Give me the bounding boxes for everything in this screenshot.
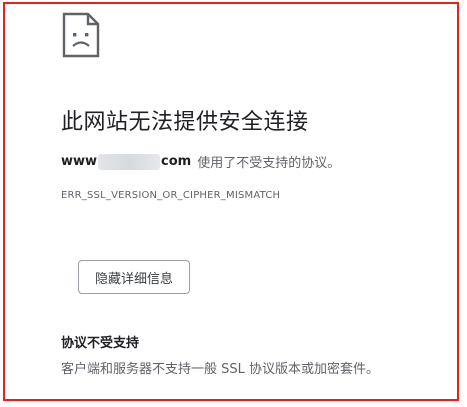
- details-text: 客户端和服务器不支持一般 SSL 协议版本或加密套件。: [61, 362, 380, 377]
- domain-suffix: com: [161, 154, 192, 169]
- screenshot-frame: 此网站无法提供安全连接 www com 使用了不受支持的协议。 ERR_SSL_…: [3, 2, 459, 401]
- page-title: 此网站无法提供安全连接: [61, 110, 309, 135]
- sad-document-icon: [62, 12, 100, 58]
- details-heading: 协议不受支持: [61, 336, 140, 351]
- domain-prefix: www: [61, 154, 98, 169]
- hide-details-button[interactable]: 隐藏详细信息: [78, 260, 190, 294]
- error-message-text: 使用了不受支持的协议。: [197, 156, 341, 171]
- error-code: ERR_SSL_VERSION_OR_CIPHER_MISMATCH: [61, 190, 281, 201]
- error-message: www com 使用了不受支持的协议。: [61, 152, 340, 171]
- redacted-domain: [98, 153, 161, 170]
